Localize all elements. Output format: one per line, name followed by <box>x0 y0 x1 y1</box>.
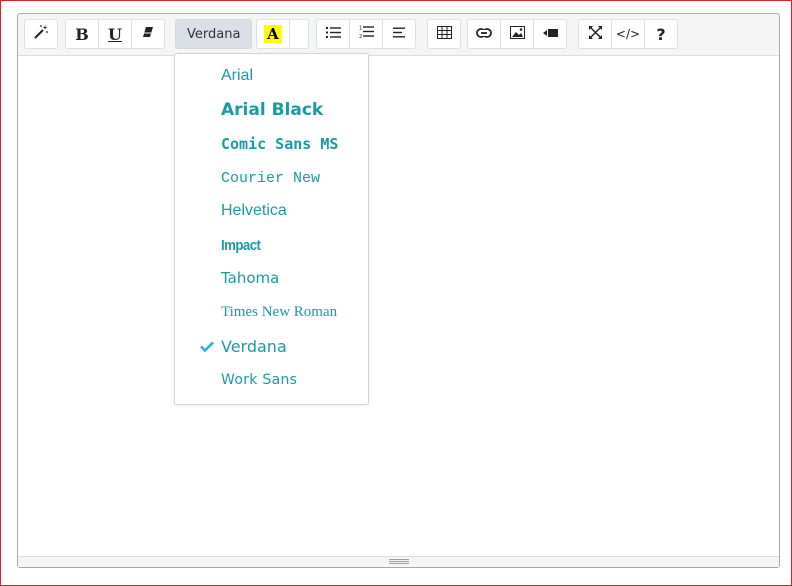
font-option-arial[interactable]: Arial <box>175 59 368 93</box>
font-option-comic-sans-ms[interactable]: Comic Sans MS <box>175 127 368 161</box>
table-icon <box>436 25 452 43</box>
align-left-icon <box>392 26 406 42</box>
font-option-label: Times New Roman <box>221 303 338 320</box>
underline-icon: U <box>108 24 122 44</box>
clear-format-button[interactable] <box>131 19 165 49</box>
bold-button[interactable]: B <box>65 19 99 49</box>
code-view-button[interactable]: </> <box>611 19 645 49</box>
magic-wand-icon <box>33 24 49 44</box>
link-icon <box>476 26 492 42</box>
align-button[interactable] <box>382 19 416 49</box>
code-view-icon: </> <box>615 27 641 41</box>
rich-text-editor: B U Verdana A 1 2 </> ? <box>17 13 780 568</box>
color-group: A <box>256 19 309 49</box>
font-option-arial-black[interactable]: Arial Black <box>175 93 368 127</box>
font-name-dropdown-menu: Arial Arial Black Comic Sans MS Courier … <box>174 53 369 405</box>
font-option-courier-new[interactable]: Courier New <box>175 161 368 195</box>
video-button[interactable] <box>533 19 567 49</box>
numbered-list-icon: 1 2 <box>359 25 374 43</box>
font-option-label: Courier New <box>221 169 321 187</box>
fullscreen-button[interactable] <box>578 19 612 49</box>
font-option-verdana[interactable]: Verdana <box>175 329 368 363</box>
font-option-label: Tahoma <box>221 269 280 287</box>
bullet-list-button[interactable] <box>316 19 350 49</box>
color-dropdown-toggle[interactable] <box>289 19 309 49</box>
link-button[interactable] <box>467 19 501 49</box>
font-option-times-new-roman[interactable]: Times New Roman <box>175 295 368 329</box>
svg-text:1: 1 <box>359 26 362 32</box>
font-option-impact[interactable]: Impact <box>175 228 368 262</box>
editor-statusbar <box>18 556 779 567</box>
insert-group <box>467 19 567 49</box>
bullet-list-icon <box>325 26 341 43</box>
font-name-group: Verdana <box>175 19 253 49</box>
eraser-icon <box>141 25 155 43</box>
font-option-label: Arial Black <box>221 100 324 120</box>
bold-icon: B <box>75 24 89 44</box>
highlight-color-button[interactable]: A <box>256 19 290 49</box>
underline-button[interactable]: U <box>98 19 132 49</box>
table-button[interactable] <box>427 19 461 49</box>
font-option-tahoma[interactable]: Tahoma <box>175 261 368 295</box>
font-name-dropdown-button[interactable]: Verdana <box>175 19 253 49</box>
font-option-label: Comic Sans MS <box>221 135 339 153</box>
format-group: B U <box>65 19 165 49</box>
resize-handle[interactable] <box>389 559 409 564</box>
font-option-helvetica[interactable]: Helvetica <box>175 194 368 228</box>
table-group <box>427 19 461 49</box>
font-option-label: Helvetica <box>221 202 287 219</box>
numbered-list-button[interactable]: 1 2 <box>349 19 383 49</box>
help-icon: ? <box>656 24 666 44</box>
font-option-label: Impact <box>221 236 261 254</box>
view-group: </> ? <box>578 19 678 49</box>
highlight-icon: A <box>264 25 282 43</box>
magic-style-button[interactable] <box>24 19 58 49</box>
svg-text:2: 2 <box>359 34 362 39</box>
editor-content-area[interactable] <box>18 56 779 556</box>
font-option-label: Arial <box>221 67 254 84</box>
help-button[interactable]: ? <box>644 19 678 49</box>
font-option-label: Verdana <box>221 336 287 356</box>
checkmark-icon <box>199 338 215 354</box>
image-icon <box>509 25 525 43</box>
image-button[interactable] <box>500 19 534 49</box>
font-option-work-sans[interactable]: Work Sans <box>175 363 368 397</box>
fullscreen-icon <box>588 25 602 43</box>
font-option-label: Work Sans <box>221 372 298 388</box>
editor-toolbar: B U Verdana A 1 2 </> ? <box>18 14 779 56</box>
video-icon <box>542 26 558 42</box>
style-group <box>24 19 58 49</box>
paragraph-group: 1 2 <box>316 19 416 49</box>
